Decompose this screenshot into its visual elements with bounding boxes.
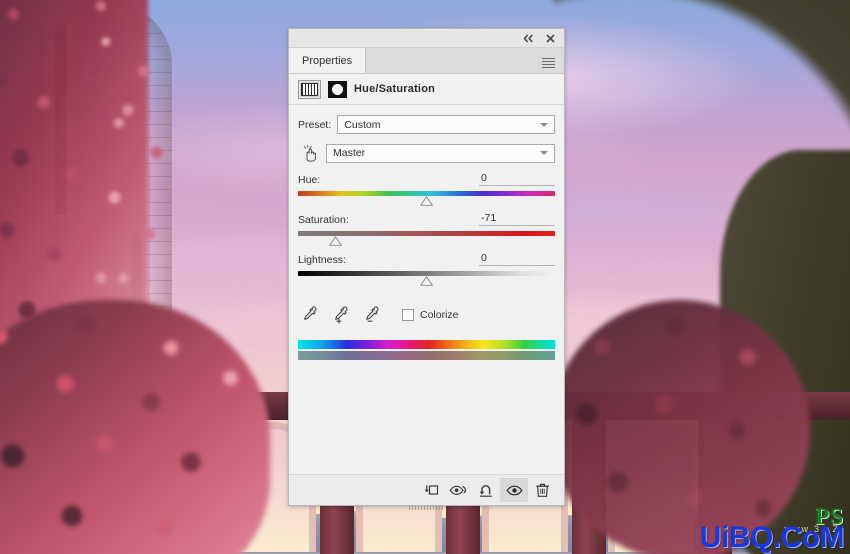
eyedropper-icon[interactable]	[300, 305, 319, 324]
collapse-to-icons-button[interactable]	[522, 32, 534, 44]
hue-value-field[interactable]: 0	[479, 172, 555, 186]
lightness-track[interactable]	[298, 269, 555, 287]
lightness-value-field[interactable]: 0	[479, 252, 555, 266]
panel-menu-icon[interactable]	[533, 48, 564, 73]
adjusted-desaturated-spectrum	[298, 351, 555, 360]
hue-slider-thumb[interactable]	[420, 196, 433, 206]
lightness-label: Lightness:	[298, 254, 346, 266]
reset-button[interactable]	[472, 478, 500, 502]
toggle-layer-visibility-button[interactable]	[500, 478, 528, 502]
colorize-checkbox-row[interactable]: Colorize	[402, 308, 459, 321]
watermark: PS www.3a.Z UiBQ.CoM	[699, 505, 845, 554]
saturation-slider-thumb[interactable]	[328, 236, 342, 246]
close-icon[interactable]	[544, 32, 556, 44]
saturation-label: Saturation:	[298, 214, 349, 226]
saturation-slider-block: Saturation: -71	[298, 212, 555, 247]
panel-resize-grip[interactable]	[408, 505, 445, 510]
page-title: Hue/Saturation	[354, 83, 436, 95]
watermark-site: UiBQ.CoM	[699, 520, 845, 554]
saturation-track[interactable]	[298, 229, 555, 247]
channel-row: Master	[298, 143, 555, 163]
spectrum-bars	[298, 340, 555, 360]
adjustment-header: Hue/Saturation	[289, 74, 564, 105]
channel-select-value: Master	[333, 147, 366, 159]
preset-row: Preset: Custom	[298, 115, 555, 134]
panel-tabstrip[interactable]: Properties	[289, 48, 564, 74]
properties-panel[interactable]: Properties Hue/Saturation Preset: Custom	[288, 28, 565, 510]
view-previous-state-button[interactable]	[444, 478, 472, 502]
preset-label: Preset:	[298, 118, 332, 131]
colorize-label: Colorize	[420, 308, 459, 321]
hue-label: Hue:	[298, 174, 321, 186]
panel-titlebar	[289, 29, 564, 48]
preset-select-value: Custom	[344, 118, 381, 131]
eyedropper-subtract-icon[interactable]	[362, 305, 381, 324]
clip-to-layer-button[interactable]	[416, 478, 444, 502]
delete-adjustment-button[interactable]	[528, 478, 556, 502]
lightness-slider-thumb[interactable]	[420, 276, 433, 286]
saturation-value-field[interactable]: -71	[479, 212, 555, 226]
full-saturation-spectrum	[298, 340, 555, 349]
channel-select[interactable]: Master	[326, 143, 555, 163]
chevron-down-icon	[540, 122, 548, 127]
tab-properties[interactable]: Properties	[289, 48, 367, 73]
hue-track[interactable]	[298, 189, 555, 207]
panel-body: Preset: Custom Master Hue: 0 Saturation:…	[289, 105, 564, 474]
tab-properties-label: Properties	[302, 54, 353, 67]
layer-mask-thumbnail-icon[interactable]	[328, 80, 347, 98]
chevron-down-icon	[540, 151, 548, 155]
colorize-checkbox[interactable]	[402, 308, 414, 321]
preset-select[interactable]: Custom	[337, 115, 555, 134]
lightness-slider-block: Lightness: 0	[298, 252, 555, 287]
hue-saturation-adjustment-icon[interactable]	[298, 79, 321, 99]
eyedropper-add-icon[interactable]	[331, 305, 350, 324]
panel-footer	[289, 474, 564, 510]
hue-slider-block: Hue: 0	[298, 172, 555, 207]
eyedropper-row: Colorize	[298, 305, 555, 324]
on-image-adjustment-hand-icon[interactable]	[298, 143, 320, 163]
